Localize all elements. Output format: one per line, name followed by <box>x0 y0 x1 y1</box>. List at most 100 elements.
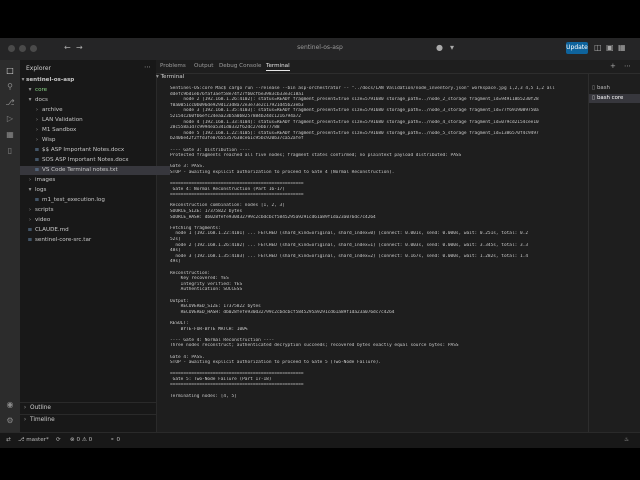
branch-indicator[interactable]: ⎇ master* <box>18 437 49 443</box>
workspace-root[interactable]: ▾ sentinel-os-asp <box>20 76 156 85</box>
tree-folder[interactable]: › M1 Sandbox <box>20 126 170 135</box>
error-icon: ⊗ <box>70 437 75 443</box>
chat-dropdown-icon[interactable]: ▾ <box>450 43 454 52</box>
explorer-title: Explorer <box>26 65 51 72</box>
tree-folder[interactable]: › video <box>20 216 163 225</box>
timeline-section[interactable]: › Timeline <box>20 414 156 426</box>
more-actions-icon[interactable]: ⋯ <box>144 63 151 71</box>
terminal-section-label: Terminal <box>160 74 185 80</box>
tree-item-label: SOS ASP Important Notes.docx <box>42 157 129 163</box>
search-icon[interactable]: ⚲ <box>5 82 15 92</box>
new-terminal-icon[interactable]: + <box>610 62 616 70</box>
error-count: 0 <box>76 437 81 443</box>
toggle-sidebar-icon[interactable]: ◫ <box>594 43 602 52</box>
tree-item-label: docs <box>35 97 48 103</box>
tree-file[interactable]: ≡ sentinel-core-src.tar <box>20 236 163 245</box>
tree-item-label: logs <box>35 187 47 193</box>
remote-indicator-icon[interactable]: ⇄ <box>6 437 11 443</box>
title-bar: ← → sentinel-os-asp ● ▾ Update ◫ ▣ ▦ <box>0 38 640 61</box>
update-button[interactable]: Update <box>566 42 588 54</box>
chevron-right-icon: › <box>23 417 27 423</box>
panel-tab-bar: Problems Output Debug Console Terminal +… <box>156 60 640 74</box>
chevron-down-icon: ▾ <box>156 74 159 80</box>
tree-item-label: M1 Sandbox <box>42 127 77 133</box>
tree-item-label: video <box>35 217 51 223</box>
toggle-panel-icon[interactable]: ▣ <box>606 43 614 52</box>
status-bar: ⇄ ⎇ master* ⟳ ⊗ 0 ⚠ 0 ⚬ 0 ♨ <box>0 432 640 448</box>
account-icon[interactable]: ◉ <box>5 400 15 410</box>
tree-item-label: scripts <box>35 207 54 213</box>
tree-item-label: VS Code Terminal notes.txt <box>42 167 118 173</box>
tree-file[interactable]: ≡ VS Code Terminal notes.txt <box>20 166 170 175</box>
tree-item-label: CLAUDE.md <box>35 227 69 233</box>
tree-folder[interactable]: ▾ docs <box>20 96 163 105</box>
copilot-icon[interactable]: ● <box>436 43 443 52</box>
tree-item-label: sentinel-core-src.tar <box>35 237 92 243</box>
tree-item-label: m1_test_execution.log <box>42 197 105 203</box>
tree-item-label: archive <box>42 107 63 113</box>
ports-icon: ⚬ <box>110 437 115 443</box>
terminal-line: Sentinel-OS:core Mac$ cargo run --releas… <box>170 86 555 91</box>
tab-output[interactable]: Output <box>194 63 213 69</box>
window-title: sentinel-os-asp <box>297 44 343 51</box>
tree-folder[interactable]: ▾ core <box>20 86 163 95</box>
ports-indicator[interactable]: ⚬ 0 <box>110 437 120 443</box>
panel-more-icon[interactable]: ⋯ <box>624 62 631 70</box>
tree-file[interactable]: ≡ SOS ASP Important Notes.docx <box>20 156 170 165</box>
tree-item-label: core <box>35 87 48 93</box>
terminal-line: node 2 (192.168.1.26:4102) ... FETCHED (… <box>170 242 528 248</box>
timeline-label: Timeline <box>30 417 55 423</box>
tree-file[interactable]: ≡ CLAUDE.md <box>20 226 163 235</box>
terminal-icon: ▯ <box>592 95 595 101</box>
tree-folder[interactable]: › LAN Validation <box>20 116 170 125</box>
tree-file[interactable]: ≡ m1_test_execution.log <box>20 196 170 205</box>
outline-label: Outline <box>30 405 51 411</box>
branch-name: master* <box>26 437 49 443</box>
vscode-window: ← → sentinel-os-asp ● ▾ Update ◫ ▣ ▦ □ ⚲… <box>0 38 640 448</box>
tree-file[interactable]: ≡ $$ ASP Important Notes.docx <box>20 146 170 155</box>
terminal-line: Terminating nodes: [4, 5] <box>170 393 237 399</box>
problems-indicator[interactable]: ⊗ 0 ⚠ 0 <box>70 437 92 443</box>
ports-count: 0 <box>116 437 121 443</box>
chevron-right-icon: › <box>23 405 27 411</box>
notifications-bell-icon[interactable]: ♨ <box>624 437 629 443</box>
tab-problems[interactable]: Problems <box>160 63 186 69</box>
terminal-list: ▯ bash ▯ bash core <box>588 74 640 432</box>
run-debug-icon[interactable]: ▷ <box>5 114 15 124</box>
remote-icon[interactable]: ▯ <box>5 146 15 156</box>
terminal-line: node 2 [192.168.1.26:4102]: status=READY… <box>170 97 539 103</box>
branch-icon: ⎇ <box>18 437 25 443</box>
tree-item-label: LAN Validation <box>42 117 83 123</box>
sync-icon[interactable]: ⟳ <box>56 437 61 443</box>
terminal-instance-label: bash core <box>596 95 624 101</box>
activity-bar: □ ⚲ ⎇ ▷ ▦ ▯ ◉ ⚙ <box>0 60 20 432</box>
tab-terminal[interactable]: Terminal <box>266 63 290 71</box>
terminal-instance-label: bash <box>596 85 610 91</box>
terminal-instance-bash[interactable]: ▯ bash <box>589 84 640 93</box>
terminal-section-header: ▾ Terminal <box>156 74 588 84</box>
tab-debug-console[interactable]: Debug Console <box>219 63 261 69</box>
tree-item-label: $$ ASP Important Notes.docx <box>42 147 125 153</box>
tree-folder[interactable]: › Wisp <box>20 136 170 145</box>
extensions-icon[interactable]: ▦ <box>5 130 15 140</box>
tree-folder[interactable]: › images <box>20 176 163 185</box>
tree-folder[interactable]: ▾ logs <box>20 186 163 195</box>
tree-folder[interactable]: › archive <box>20 106 170 115</box>
terminal-line: node 1 (192.168.1.22:4101) ... FETCHED (… <box>170 231 528 237</box>
outline-section[interactable]: › Outline <box>20 402 156 414</box>
tree-item-label: images <box>35 177 56 183</box>
terminal-instance-bash-core[interactable]: ▯ bash core <box>589 94 640 103</box>
warning-count: 0 <box>88 437 93 443</box>
terminal-line: node 3 (192.168.1.35:4103) ... FETCHED (… <box>170 253 528 259</box>
terminal-output[interactable]: Sentinel-OS:core Mac$ cargo run --releas… <box>170 86 588 432</box>
explorer-sidebar: Explorer ⋯ ▾ sentinel-os-asp ▾ core ▾ docs › a… <box>20 60 170 432</box>
terminal-icon: ▯ <box>592 85 595 91</box>
warning-icon: ⚠ <box>81 437 87 443</box>
settings-gear-icon[interactable]: ⚙ <box>5 416 15 426</box>
workspace-root-label: sentinel-os-asp <box>26 77 75 83</box>
files-icon[interactable]: □ <box>5 66 15 76</box>
tree-folder[interactable]: › scripts <box>20 206 163 215</box>
customize-layout-icon[interactable]: ▦ <box>618 43 626 52</box>
tree-item-label: Wisp <box>42 137 56 143</box>
source-control-icon[interactable]: ⎇ <box>5 98 15 108</box>
